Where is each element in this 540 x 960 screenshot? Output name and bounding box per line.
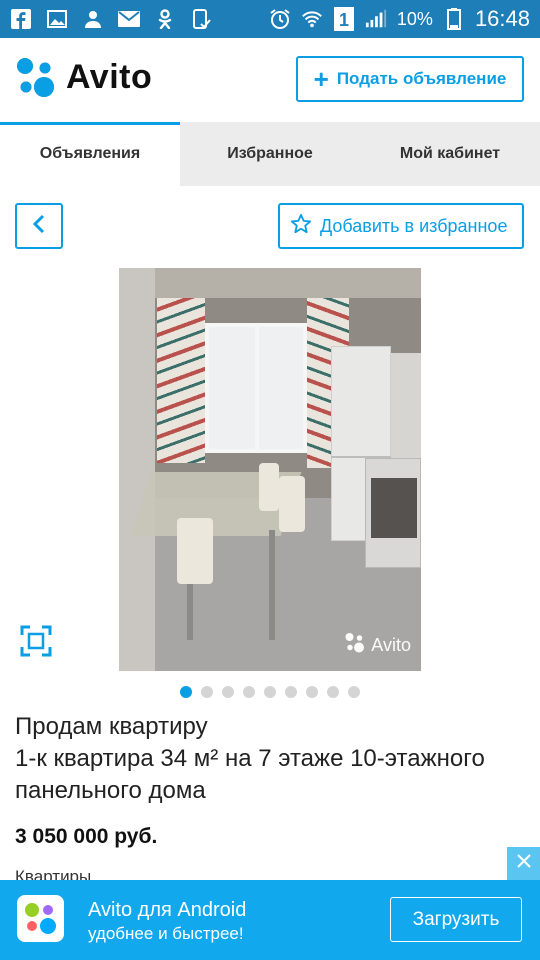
tab-label: Мой кабинет <box>399 145 501 162</box>
avito-watermark-icon <box>344 632 366 659</box>
download-app-button[interactable]: Загрузить <box>390 897 522 942</box>
photo-cabinet <box>391 353 421 463</box>
photo-chair <box>259 463 279 511</box>
watermark-text: Avito <box>371 635 411 655</box>
listing-title-line2: 1-к квартира 34 м² на 7 этаже 10-этажног… <box>15 745 485 804</box>
listing-photo[interactable]: Avito <box>119 268 421 671</box>
photo-ceiling <box>119 268 421 298</box>
listing-price: 3 050 000 руб. <box>15 825 158 848</box>
listing-title: Продам квартиру 1-к квартира 34 м² на 7 … <box>15 711 525 807</box>
listing-title-line1: Продам квартиру <box>15 713 208 740</box>
clock-time: 16:48 <box>474 6 530 31</box>
svg-text:1: 1 <box>339 10 349 30</box>
wifi-icon <box>301 8 323 30</box>
tab-listings[interactable]: Объявления <box>0 122 180 186</box>
contact-icon <box>82 8 104 30</box>
listing-category: Квартиры <box>15 867 91 881</box>
back-button[interactable] <box>15 203 63 249</box>
close-icon <box>516 853 532 874</box>
photo-oven <box>371 478 417 538</box>
pagination-dot[interactable] <box>222 686 234 698</box>
app-install-banner: Avito для Android удобнее и быстрее! Заг… <box>0 880 540 960</box>
signal-icon <box>365 8 387 30</box>
add-to-favorites-label: Добавить в избранное <box>320 215 508 236</box>
tab-label: Избранное <box>227 145 313 162</box>
photo-chair <box>279 476 305 532</box>
status-right-icons: 1 10% 16:48 <box>269 6 530 32</box>
fullscreen-icon[interactable] <box>20 625 52 657</box>
tab-favorites[interactable]: Избранное <box>180 122 360 186</box>
pagination-dot[interactable] <box>327 686 339 698</box>
chevron-left-icon <box>32 214 46 239</box>
photo-left-wall <box>119 268 155 671</box>
photo-table-leg <box>269 530 275 640</box>
tab-label: Объявления <box>39 145 141 162</box>
status-bar: 1 10% 16:48 <box>0 0 540 38</box>
star-icon <box>290 213 312 240</box>
facebook-icon <box>10 8 32 30</box>
close-banner-button[interactable] <box>507 847 540 880</box>
pagination-dot[interactable] <box>180 686 192 698</box>
logo-text: Avito <box>66 58 153 96</box>
pagination-dot[interactable] <box>285 686 297 698</box>
tab-my-account[interactable]: Мой кабинет <box>360 122 540 186</box>
pagination-dot[interactable] <box>348 686 360 698</box>
add-to-favorites-button[interactable]: Добавить в избранное <box>278 203 524 249</box>
post-ad-label: Подать объявление <box>336 69 507 88</box>
pagination-dot[interactable] <box>243 686 255 698</box>
gallery-pagination <box>180 686 360 698</box>
mail-icon <box>118 8 140 30</box>
app-header: Avito + Подать объявление <box>0 38 540 122</box>
avito-app-icon <box>17 895 64 942</box>
pagination-dot[interactable] <box>264 686 276 698</box>
plus-icon: + <box>313 64 329 94</box>
download-label: Загрузить <box>412 908 500 930</box>
photo-curtain-left <box>157 298 205 463</box>
banner-title: Avito для Android <box>88 899 247 921</box>
listing-category-text: Квартиры <box>15 867 92 881</box>
phone-check-icon <box>190 8 212 30</box>
photo-window-frame <box>255 323 259 453</box>
battery-icon <box>443 8 465 30</box>
odnoklassniki-icon <box>154 8 176 30</box>
post-ad-button[interactable]: + Подать объявление <box>296 56 524 102</box>
battery-percent: 10% <box>396 8 433 29</box>
main-tabs: Объявления Избранное Мой кабинет <box>0 122 540 186</box>
banner-subtitle: удобнее и быстрее! <box>88 924 244 943</box>
sim-1-icon: 1 <box>333 7 355 31</box>
avito-logo-icon[interactable] <box>14 56 58 100</box>
photo-chair <box>177 518 213 584</box>
status-left-icons <box>10 8 212 30</box>
pagination-dot[interactable] <box>306 686 318 698</box>
gallery-icon <box>46 8 68 30</box>
pagination-dot[interactable] <box>201 686 213 698</box>
alarm-icon <box>269 8 291 30</box>
photo-watermark: Avito <box>344 632 411 659</box>
